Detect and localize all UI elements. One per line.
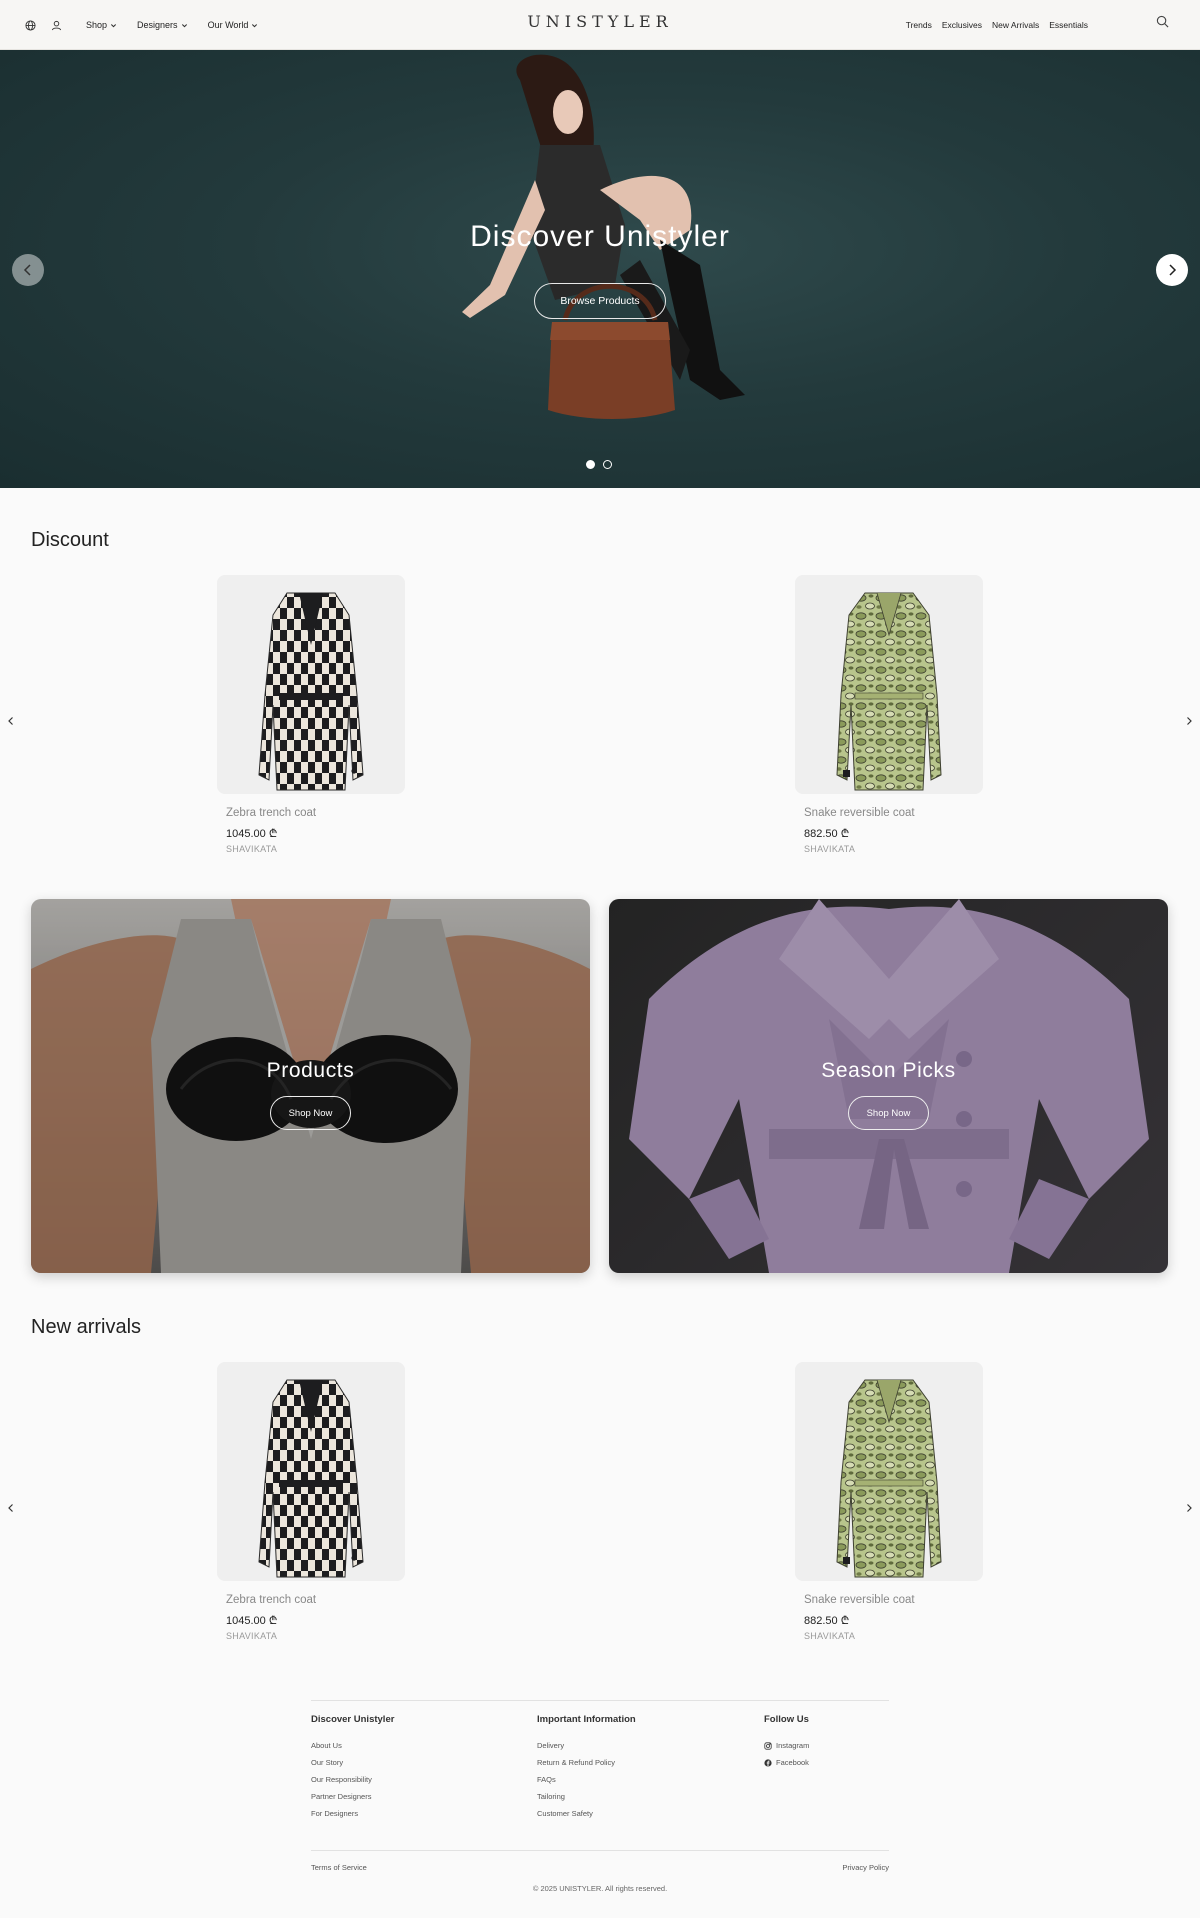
- instagram-icon: [764, 1741, 772, 1750]
- footer-column-follow-us: Follow Us Instagram Facebook: [764, 1714, 809, 1771]
- footer-link-instagram[interactable]: Instagram: [764, 1737, 809, 1754]
- nav-exclusives[interactable]: Exclusives: [942, 20, 982, 30]
- product-name[interactable]: Snake reversible coat: [804, 1594, 983, 1606]
- product-image[interactable]: [217, 1362, 405, 1581]
- product-card[interactable]: Zebra trench coat 1045.00 ₾ SHAVIKATA: [217, 575, 405, 854]
- shop-now-season-picks-button[interactable]: Shop Now: [848, 1096, 929, 1130]
- hero-prev-button[interactable]: [12, 254, 44, 286]
- new-arrivals-section-title: New arrivals: [31, 1316, 142, 1338]
- product-price: 1045.00 ₾: [226, 828, 278, 840]
- hero-title: Discover Unistyler: [470, 220, 730, 253]
- nav-new-arrivals[interactable]: New Arrivals: [992, 20, 1039, 30]
- footer-link-our-responsibility[interactable]: Our Responsibility: [311, 1771, 394, 1788]
- product-brand: SHAVIKATA: [804, 844, 856, 854]
- terms-of-service-link[interactable]: Terms of Service: [311, 1863, 367, 1872]
- footer-divider-top: [311, 1700, 889, 1701]
- footer-heading: Follow Us: [764, 1714, 809, 1725]
- footer-link-delivery[interactable]: Delivery: [537, 1737, 636, 1754]
- chevron-right-icon: [1169, 264, 1177, 276]
- banner-season-picks-title: Season Picks: [821, 1059, 956, 1082]
- site-header: Shop Designers Our World UNISTYLER Trend…: [0, 0, 1200, 50]
- new-arrivals-next-button[interactable]: [1183, 1502, 1195, 1514]
- footer-link-return-refund[interactable]: Return & Refund Policy: [537, 1754, 636, 1771]
- footer-column-important-info: Important Information Delivery Return & …: [537, 1714, 636, 1822]
- slider-dot-1[interactable]: [586, 460, 595, 469]
- footer-link-our-story[interactable]: Our Story: [311, 1754, 394, 1771]
- product-brand: SHAVIKATA: [226, 844, 278, 854]
- facebook-icon: [764, 1758, 772, 1767]
- chevron-right-icon: [1187, 1504, 1192, 1512]
- product-brand: SHAVIKATA: [804, 1631, 856, 1641]
- banner-products-title: Products: [266, 1059, 355, 1082]
- footer-link-facebook[interactable]: Facebook: [764, 1754, 809, 1771]
- product-brand: SHAVIKATA: [226, 1631, 278, 1641]
- discount-next-button[interactable]: [1183, 715, 1195, 727]
- hero-next-button[interactable]: [1156, 254, 1188, 286]
- chevron-left-icon: [8, 717, 13, 725]
- privacy-policy-link[interactable]: Privacy Policy: [842, 1863, 889, 1872]
- chevron-right-icon: [1187, 717, 1192, 725]
- product-price: 1045.00 ₾: [226, 1615, 278, 1627]
- product-card[interactable]: Zebra trench coat 1045.00 ₾ SHAVIKATA: [217, 1362, 405, 1641]
- footer-link-tailoring[interactable]: Tailoring: [537, 1788, 636, 1805]
- product-card[interactable]: Snake reversible coat 882.50 ₾ SHAVIKATA: [795, 1362, 983, 1641]
- product-image[interactable]: [795, 1362, 983, 1581]
- banner-products[interactable]: Products Shop Now: [31, 899, 590, 1273]
- product-name[interactable]: Zebra trench coat: [226, 1594, 405, 1606]
- copyright-text: © 2025 UNISTYLER. All rights reserved.: [532, 1884, 668, 1893]
- header-right-nav: Trends Exclusives New Arrivals Essential…: [906, 0, 1088, 50]
- product-image[interactable]: [795, 575, 983, 794]
- instagram-label: Instagram: [776, 1741, 810, 1750]
- footer-column-discover: Discover Unistyler About Us Our Story Ou…: [311, 1714, 394, 1822]
- slider-dot-2[interactable]: [603, 460, 612, 469]
- product-image[interactable]: [217, 575, 405, 794]
- nav-trends[interactable]: Trends: [906, 20, 932, 30]
- chevron-left-icon: [23, 264, 31, 276]
- footer-link-faqs[interactable]: FAQs: [537, 1771, 636, 1788]
- new-arrivals-prev-button[interactable]: [5, 1502, 17, 1514]
- product-price: 882.50 ₾: [804, 1615, 850, 1627]
- footer-link-partner-designers[interactable]: Partner Designers: [311, 1788, 394, 1805]
- discount-prev-button[interactable]: [5, 715, 17, 727]
- product-price: 882.50 ₾: [804, 828, 850, 840]
- banner-overlay: [609, 899, 1168, 1273]
- product-name[interactable]: Zebra trench coat: [226, 807, 405, 819]
- hero-slider: Discover Unistyler Browse Products: [0, 50, 1200, 488]
- footer-divider-bottom: [311, 1850, 889, 1851]
- footer-heading: Important Information: [537, 1714, 636, 1725]
- footer-link-for-designers[interactable]: For Designers: [311, 1805, 394, 1822]
- chevron-left-icon: [8, 1504, 13, 1512]
- footer-heading: Discover Unistyler: [311, 1714, 395, 1725]
- footer-link-customer-safety[interactable]: Customer Safety: [537, 1805, 636, 1822]
- banner-overlay: [31, 899, 590, 1273]
- shop-now-products-button[interactable]: Shop Now: [270, 1096, 351, 1130]
- hero-image: [462, 54, 745, 419]
- footer-link-about-us[interactable]: About Us: [311, 1737, 394, 1754]
- banner-season-picks[interactable]: Season Picks Shop Now: [609, 899, 1168, 1273]
- slider-dots: [586, 460, 612, 469]
- discount-section-title: Discount: [31, 529, 109, 551]
- search-icon[interactable]: [1156, 15, 1170, 29]
- product-name[interactable]: Snake reversible coat: [804, 807, 983, 819]
- nav-essentials[interactable]: Essentials: [1049, 20, 1088, 30]
- facebook-label: Facebook: [776, 1758, 809, 1767]
- product-card[interactable]: Snake reversible coat 882.50 ₾ SHAVIKATA: [795, 575, 983, 854]
- browse-products-button[interactable]: Browse Products: [534, 283, 666, 319]
